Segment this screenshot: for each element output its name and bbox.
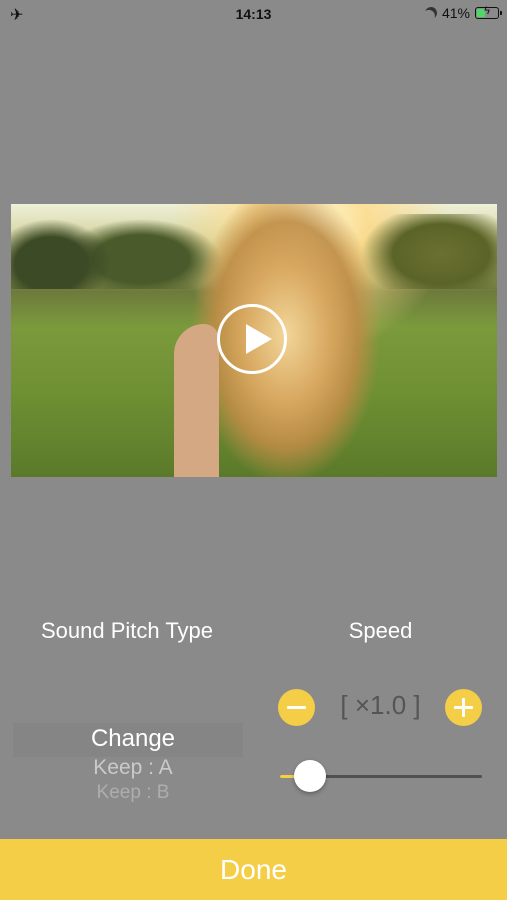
- speed-value: [ ×1.0 ]: [340, 690, 421, 720]
- pitch-type-picker[interactable]: Change Keep : A Keep : B: [13, 720, 243, 810]
- speed-slider[interactable]: [280, 758, 482, 794]
- speed-title: Speed: [348, 618, 413, 643]
- slider-thumb[interactable]: [294, 760, 327, 792]
- battery-tip: [500, 11, 502, 15]
- picker-option-keep-a[interactable]: Keep : A: [13, 756, 253, 780]
- pitch-type-title: Sound Pitch Type: [40, 618, 214, 643]
- speed-decrease-button[interactable]: [278, 689, 315, 726]
- moon-icon: [423, 5, 438, 20]
- battery-percent: 41%: [441, 5, 470, 21]
- minus-icon: [287, 706, 306, 709]
- done-button[interactable]: Done: [0, 839, 507, 900]
- speed-increase-button[interactable]: [445, 689, 482, 726]
- status-right: 41% ϟ: [423, 5, 502, 21]
- battery-charging-icon: ϟ: [475, 5, 502, 19]
- video-subject-shoulder: [174, 324, 219, 477]
- bolt-icon: ϟ: [484, 5, 490, 17]
- status-bar: ✈ 14:13 41% ϟ: [0, 0, 507, 28]
- video-preview[interactable]: [11, 204, 497, 477]
- play-icon[interactable]: [217, 304, 287, 374]
- picker-option-keep-b[interactable]: Keep : B: [13, 782, 253, 804]
- picker-option-change[interactable]: Change: [13, 725, 253, 753]
